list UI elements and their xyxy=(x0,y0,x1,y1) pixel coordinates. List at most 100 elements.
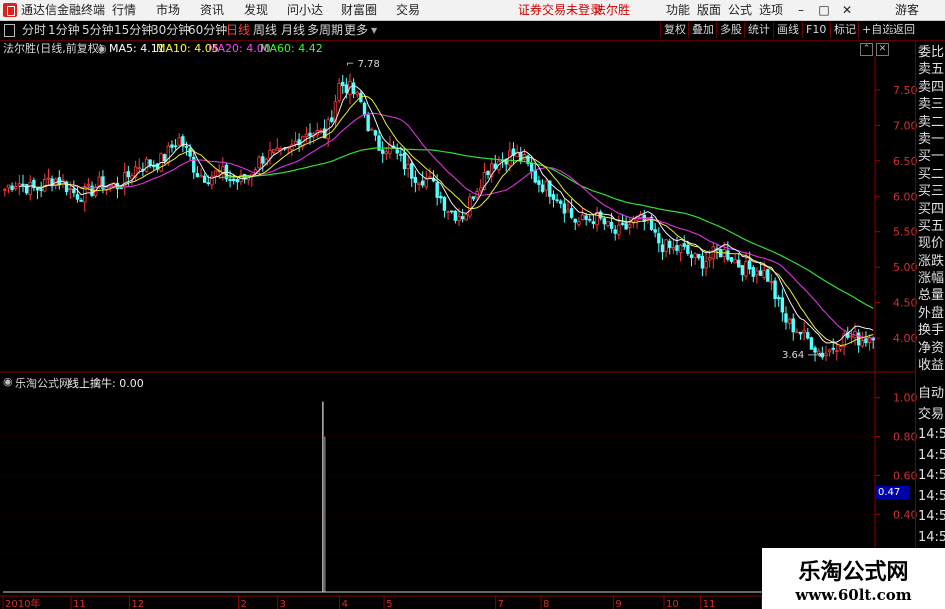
price-tick-label: 6.00 xyxy=(893,190,918,203)
candle-body xyxy=(827,349,832,353)
price-tick-label: 6.50 xyxy=(893,155,918,168)
ma20-line xyxy=(73,112,874,339)
candle-body xyxy=(304,133,309,138)
time-tick-label: 11 xyxy=(73,599,86,609)
candle-body xyxy=(428,176,432,179)
candle-body xyxy=(72,188,76,194)
quote-label-8: 买三 xyxy=(918,184,945,200)
candle-body xyxy=(664,239,668,252)
trade-label-2: 14:56 xyxy=(918,427,945,442)
candle-body xyxy=(602,218,607,225)
candle-body xyxy=(700,255,705,269)
candle-body xyxy=(831,347,835,350)
candle-body xyxy=(235,179,240,183)
low-annotation: 3.64 ⟶ xyxy=(782,350,822,361)
candle-body xyxy=(726,250,730,260)
candle-body xyxy=(577,221,581,225)
quote-label-6: 买一 xyxy=(918,149,945,165)
high-label: 7.78 xyxy=(357,59,380,70)
candle-body xyxy=(28,181,32,195)
quote-label-2: 卖四 xyxy=(918,79,945,95)
candle-body xyxy=(380,149,385,154)
sub-settings-icon[interactable]: ◉ xyxy=(3,375,13,388)
candle-body xyxy=(420,180,425,186)
quote-label-1: 卖五 xyxy=(918,62,945,78)
candle-body xyxy=(540,184,545,192)
trade-label-1: 交易 xyxy=(918,406,945,422)
candle-body xyxy=(457,216,461,222)
candle-body xyxy=(460,216,465,220)
candle-body xyxy=(337,83,341,101)
candle-body xyxy=(613,229,617,234)
trade-label-3: 14:56 xyxy=(918,447,945,463)
candle-body xyxy=(177,137,181,146)
quote-label-0: 委比 xyxy=(918,45,945,60)
candle-body xyxy=(17,183,22,187)
candle-body xyxy=(188,148,192,157)
candle-body xyxy=(806,332,810,339)
quote-label-5: 卖一 xyxy=(918,131,945,147)
candle-body xyxy=(406,164,410,169)
candle-body xyxy=(268,150,272,159)
price-tick-label: 5.50 xyxy=(893,226,918,239)
candle-body xyxy=(144,158,149,172)
candle-body xyxy=(213,170,218,177)
candle-body xyxy=(330,117,334,122)
candle-body xyxy=(261,156,265,164)
candle-body xyxy=(675,245,679,251)
candle-body xyxy=(413,176,418,183)
candle-body xyxy=(780,297,785,313)
candle-body xyxy=(689,254,694,259)
candle-body xyxy=(130,175,134,180)
candle-body xyxy=(729,257,734,262)
candle-body xyxy=(533,169,537,183)
time-tick-label: 2010年 xyxy=(5,597,40,609)
ma5-line xyxy=(19,85,874,344)
candle-body xyxy=(355,91,359,95)
candle-body xyxy=(170,144,174,148)
watermark: 乐淘公式网 www.60lt.com xyxy=(762,548,945,609)
candle-body xyxy=(257,156,261,169)
candle-body xyxy=(21,183,25,186)
time-tick-label: 9 xyxy=(615,599,621,609)
candle-body xyxy=(628,224,632,228)
candle-body xyxy=(479,187,483,192)
watermark-url: www.60lt.com xyxy=(795,586,912,604)
candle-body xyxy=(362,102,367,116)
candle-body xyxy=(424,178,428,188)
kline-chart[interactable]: 4.004.505.005.506.006.507.007.500.200.40… xyxy=(0,0,945,609)
candle-body xyxy=(711,246,716,260)
candle-body xyxy=(620,222,625,225)
time-tick-label: 8 xyxy=(543,599,549,609)
quote-label-3: 卖三 xyxy=(918,97,945,113)
candle-body xyxy=(373,130,378,136)
candle-body xyxy=(737,259,741,268)
quote-label-13: 涨幅 xyxy=(918,271,945,287)
current-value-badge: 0.47 xyxy=(876,486,910,499)
indicator-value: 线上擒牛: 0.00 xyxy=(68,377,144,390)
low-label: 3.64 xyxy=(782,350,805,361)
candle-body xyxy=(450,210,454,213)
candle-body xyxy=(86,183,91,186)
candle-body xyxy=(308,132,312,137)
candle-body xyxy=(486,170,490,176)
price-tick-label: 5.00 xyxy=(893,261,918,274)
candle-body xyxy=(860,340,864,347)
candlestick-series xyxy=(3,73,875,362)
candle-body xyxy=(566,209,570,213)
candle-body xyxy=(588,218,592,221)
candle-body xyxy=(755,270,759,275)
candle-body xyxy=(569,208,574,218)
candle-body xyxy=(6,184,11,189)
candle-body xyxy=(384,151,389,155)
candle-body xyxy=(537,180,541,185)
candle-body xyxy=(344,84,349,93)
candle-body xyxy=(704,261,708,269)
candle-body xyxy=(693,253,697,258)
candle-body xyxy=(762,270,766,278)
candle-body xyxy=(697,253,701,259)
candle-body xyxy=(10,185,14,190)
candle-body xyxy=(162,154,167,162)
trade-label-4: 14:56 xyxy=(918,468,945,483)
candle-body xyxy=(402,152,407,170)
